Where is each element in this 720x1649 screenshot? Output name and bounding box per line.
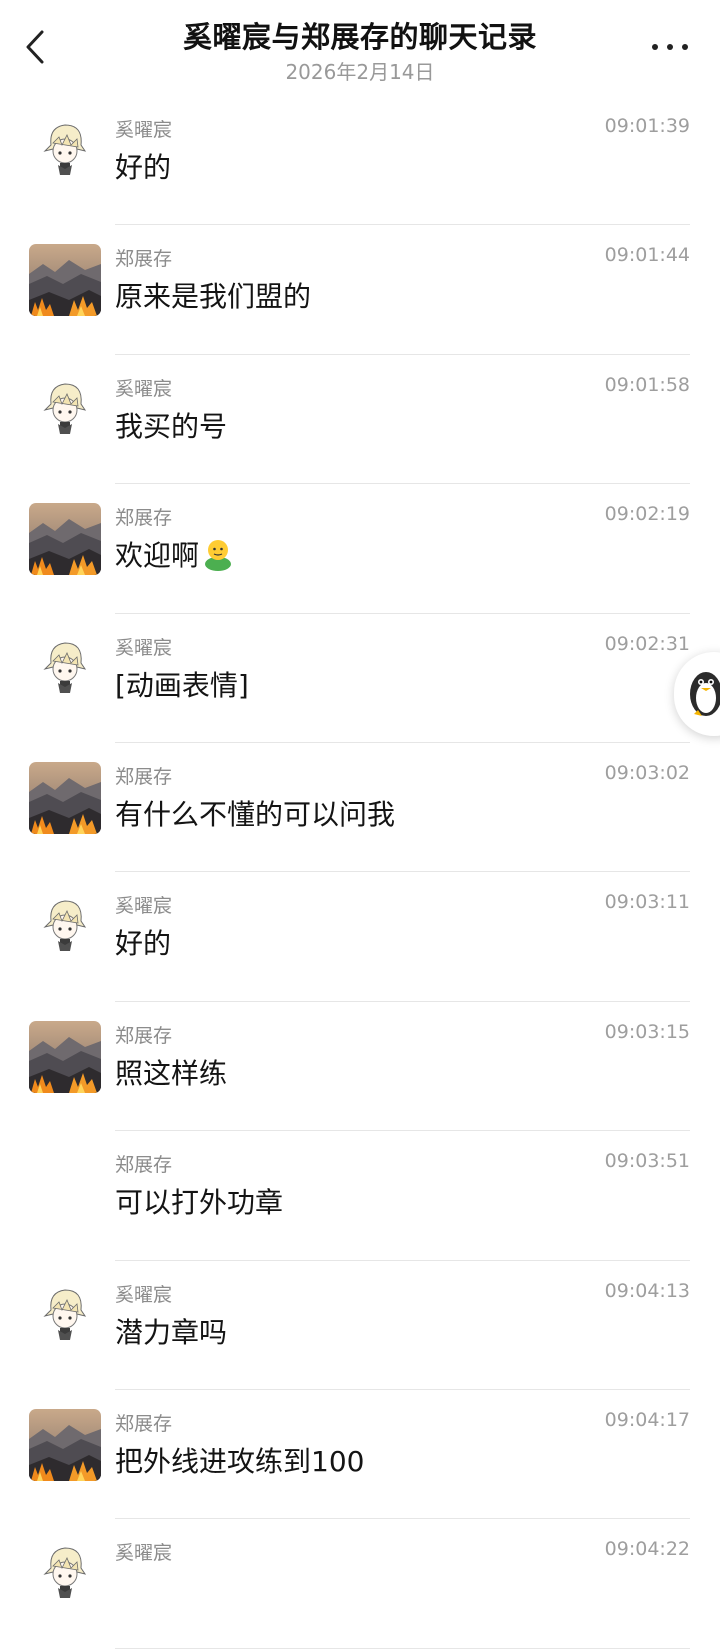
message-text: 我买的号 — [115, 405, 227, 445]
avatar[interactable] — [29, 761, 101, 834]
avatar[interactable] — [29, 244, 101, 317]
message-item[interactable]: 郑展存 09:03:51 可以打外功章 — [0, 1131, 720, 1261]
sender-name: 郑展存 — [115, 1412, 173, 1435]
chat-history-header: 奚曜宸与郑展存的聊天记录 2026年2月14日 — [0, 0, 720, 96]
message-time: 09:04:13 — [604, 1279, 690, 1302]
sender-name: 郑展存 — [115, 1154, 173, 1177]
page-title: 奚曜宸与郑展存的聊天记录 — [182, 20, 537, 54]
message-time: 09:04:17 — [604, 1408, 690, 1431]
message-time: 09:01:44 — [604, 244, 690, 267]
mountain-fire-avatar — [29, 1408, 101, 1481]
mountain-fire-avatar — [29, 1020, 101, 1093]
anime-boy-avatar — [29, 115, 101, 187]
message-item[interactable]: 郑展存 09:04:17 把外线进攻练到100 — [0, 1390, 720, 1520]
message-text-content: 有什么不懂的可以问我 — [115, 797, 396, 831]
smiling-person-emoji-icon — [201, 537, 235, 578]
message-text-content: 照这样练 — [115, 1056, 228, 1090]
sender-name: 奚曜宸 — [115, 1542, 173, 1565]
message-item[interactable]: 郑展存 09:03:15 照这样练 — [0, 1002, 720, 1132]
message-text: 好的 — [115, 146, 171, 186]
message-text-content: 原来是我们盟的 — [115, 280, 312, 314]
avatar[interactable] — [29, 891, 101, 964]
more-options-button[interactable] — [650, 36, 690, 58]
message-item[interactable]: 奚曜宸 09:04:13 潜力章吗 — [0, 1261, 720, 1390]
message-item[interactable]: 奚曜宸 09:04:22 — [0, 1519, 720, 1649]
message-time: 09:03:15 — [604, 1020, 690, 1043]
message-time: 09:01:39 — [604, 115, 690, 137]
anime-boy-avatar — [29, 891, 101, 964]
more-dots-icon — [652, 44, 658, 50]
sender-name: 奚曜宸 — [115, 119, 173, 141]
message-time: 09:03:51 — [604, 1150, 690, 1173]
sender-name: 郑展存 — [115, 507, 173, 530]
mountain-fire-avatar — [29, 244, 101, 317]
message-time: 09:04:22 — [604, 1538, 690, 1561]
avatar[interactable] — [29, 115, 101, 187]
message-time: 09:02:19 — [604, 503, 690, 526]
anime-boy-avatar — [29, 373, 101, 446]
message-text-content: 好的 — [115, 151, 172, 184]
message-time: 09:03:11 — [604, 891, 690, 914]
anime-boy-avatar — [29, 632, 101, 705]
message-text-content: 好的 — [115, 927, 172, 961]
anime-boy-avatar — [29, 1279, 101, 1352]
message-item[interactable]: 郑展存 09:01:44 原来是我们盟的 — [0, 225, 720, 355]
avatar[interactable] — [29, 1538, 101, 1611]
message-text: [动画表情] — [115, 664, 249, 704]
message-text-content: 可以打外功章 — [115, 1186, 284, 1220]
message-text: 可以打外功章 — [115, 1181, 283, 1221]
message-text: 原来是我们盟的 — [115, 275, 311, 315]
sender-name: 郑展存 — [115, 248, 173, 271]
message-text-content: 把外线进攻练到100 — [115, 1444, 365, 1478]
mountain-fire-avatar — [29, 761, 101, 834]
mountain-fire-avatar — [29, 503, 101, 576]
message-text-content: 欢迎啊 — [115, 539, 200, 573]
chat-date: 2026年2月14日 — [285, 60, 435, 84]
sender-name: 郑展存 — [115, 1024, 173, 1047]
avatar[interactable] — [29, 373, 101, 446]
message-time: 09:02:31 — [604, 632, 690, 655]
message-item[interactable]: 郑展存 09:03:02 有什么不懂的可以问我 — [0, 743, 720, 873]
sender-name: 奚曜宸 — [115, 377, 173, 400]
message-text: 潜力章吗 — [115, 1311, 227, 1351]
message-time: 09:03:02 — [604, 761, 690, 784]
message-list[interactable]: 奚曜宸 09:01:39 好的 郑展存 09:01:44 原来是我们盟的 奚曜宸 09:01:… — [0, 96, 720, 1649]
sender-name: 奚曜宸 — [115, 895, 173, 918]
message-item[interactable]: 奚曜宸 09:01:39 好的 — [0, 96, 720, 226]
message-text: 照这样练 — [115, 1052, 227, 1092]
avatar[interactable] — [29, 503, 101, 576]
avatar[interactable] — [29, 1020, 101, 1093]
penguin-icon — [690, 672, 720, 716]
sender-name: 奚曜宸 — [115, 636, 173, 659]
message-item[interactable]: 奚曜宸 09:02:31 [动画表情] — [0, 614, 720, 743]
anime-boy-avatar — [29, 1538, 101, 1611]
message-text: 好的 — [115, 922, 171, 962]
avatar[interactable] — [29, 1408, 101, 1481]
message-text-content: 我买的号 — [115, 409, 228, 443]
message-text: 有什么不懂的可以问我 — [115, 793, 395, 833]
sender-name: 奚曜宸 — [115, 1283, 173, 1306]
message-time: 09:01:58 — [604, 373, 690, 396]
sender-name: 郑展存 — [115, 765, 173, 788]
message-item[interactable]: 郑展存 09:02:19 欢迎啊 — [0, 484, 720, 614]
message-text: 欢迎啊 — [115, 534, 235, 578]
message-text-content: [动画表情] — [115, 668, 249, 702]
message-item[interactable]: 奚曜宸 09:01:58 我买的号 — [0, 355, 720, 485]
message-item[interactable]: 奚曜宸 09:03:11 好的 — [0, 872, 720, 1002]
avatar[interactable] — [29, 632, 101, 705]
avatar[interactable] — [29, 1279, 101, 1352]
message-text: 把外线进攻练到100 — [115, 1440, 364, 1480]
message-text-content: 潜力章吗 — [115, 1315, 228, 1349]
